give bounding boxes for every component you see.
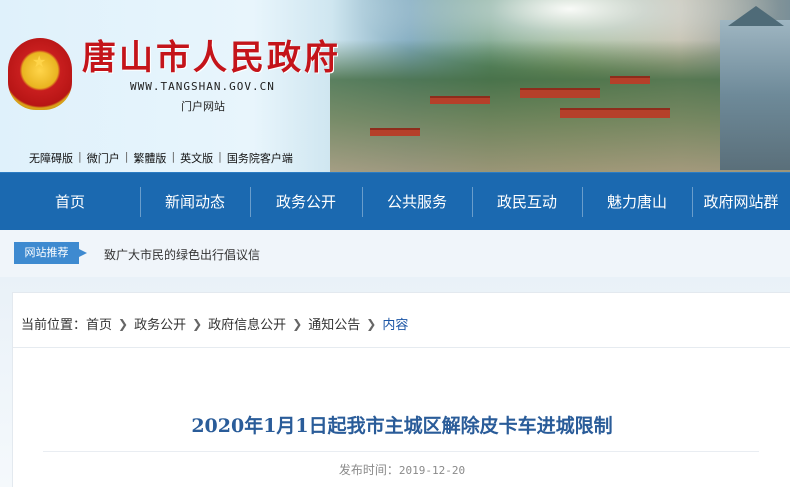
temple-roof [610,76,650,84]
church-tower [720,6,790,170]
site-title[interactable]: 唐山市人民政府 [82,30,341,79]
chevron-right-icon: ❯ [366,316,377,331]
nav-item-public-services[interactable]: 公共服务 [362,173,472,231]
nav-item-gov-affairs[interactable]: 政务公开 [250,173,362,231]
chevron-right-icon: ❯ [192,316,203,331]
divider [13,347,790,348]
breadcrumb-notices[interactable]: 通知公告 [308,314,360,333]
divider [43,451,759,452]
recommend-tag: 网站推荐 [14,242,87,264]
star-icon: ★ [32,52,47,71]
site-domain: WWW.TANGSHAN.GOV.CN [130,80,275,93]
article-panel: 当前位置： 首页 ❯ 政务公开 ❯ 政府信息公开 ❯ 通知公告 ❯ 内容 202… [12,292,790,487]
nav-item-news[interactable]: 新闻动态 [140,173,250,231]
accessibility-link[interactable]: 无障碍版 [24,150,78,166]
nav-item-interaction[interactable]: 政民互动 [472,173,582,231]
publish-date-label: 发布时间： [338,463,399,477]
english-link[interactable]: 英文版 [175,150,218,166]
header-banner: ★ 唐山市人民政府 WWW.TANGSHAN.GOV.CN 门户网站 无障碍版 … [0,0,790,172]
breadcrumb-label: 当前位置： [21,318,87,333]
chevron-right-icon: ❯ [292,316,303,331]
publish-date: 发布时间：2019-12-20 [13,461,790,478]
nav-item-gov-sites[interactable]: 政府网站群 [692,173,790,231]
temple-roof [560,108,670,118]
recommend-link[interactable]: 致广大市民的绿色出行倡议信 [104,246,260,263]
national-emblem-icon[interactable]: ★ [8,38,72,110]
micro-portal-link[interactable]: 微门户 [82,150,125,166]
article-title: 2020年1月1日起我市主城区解除皮卡车进城限制 [191,415,613,437]
temple-roof [520,88,600,98]
state-council-app-link[interactable]: 国务院客户端 [222,150,298,166]
content-area: 当前位置： 首页 ❯ 政务公开 ❯ 政府信息公开 ❯ 通知公告 ❯ 内容 202… [0,277,790,487]
nav-item-charm-tangshan[interactable]: 魅力唐山 [582,173,692,231]
breadcrumb-home[interactable]: 首页 [86,314,112,333]
temple-roof [430,96,490,104]
breadcrumb-current: 内容 [382,318,409,333]
site-portal-label: 门户网站 [181,100,225,113]
main-nav: 首页 新闻动态 政务公开 公共服务 政民互动 魅力唐山 政府网站群 [0,172,790,230]
temple-roof [370,128,420,136]
traditional-chinese-link[interactable]: 繁體版 [128,150,171,166]
publish-date-value: 2019-12-20 [398,464,466,477]
breadcrumb: 当前位置： 首页 ❯ 政务公开 ❯ 政府信息公开 ❯ 通知公告 ❯ 内容 [21,314,409,334]
recommend-bar: 网站推荐 致广大市民的绿色出行倡议信 [0,230,790,277]
breadcrumb-gov-info[interactable]: 政府信息公开 [208,314,286,333]
chevron-right-icon: ❯ [118,316,129,331]
top-links: 无障碍版 | 微门户 | 繁體版 | 英文版 | 国务院客户端 [24,150,298,166]
breadcrumb-gov-affairs[interactable]: 政务公开 [134,314,186,333]
nav-item-home[interactable]: 首页 [0,173,140,231]
